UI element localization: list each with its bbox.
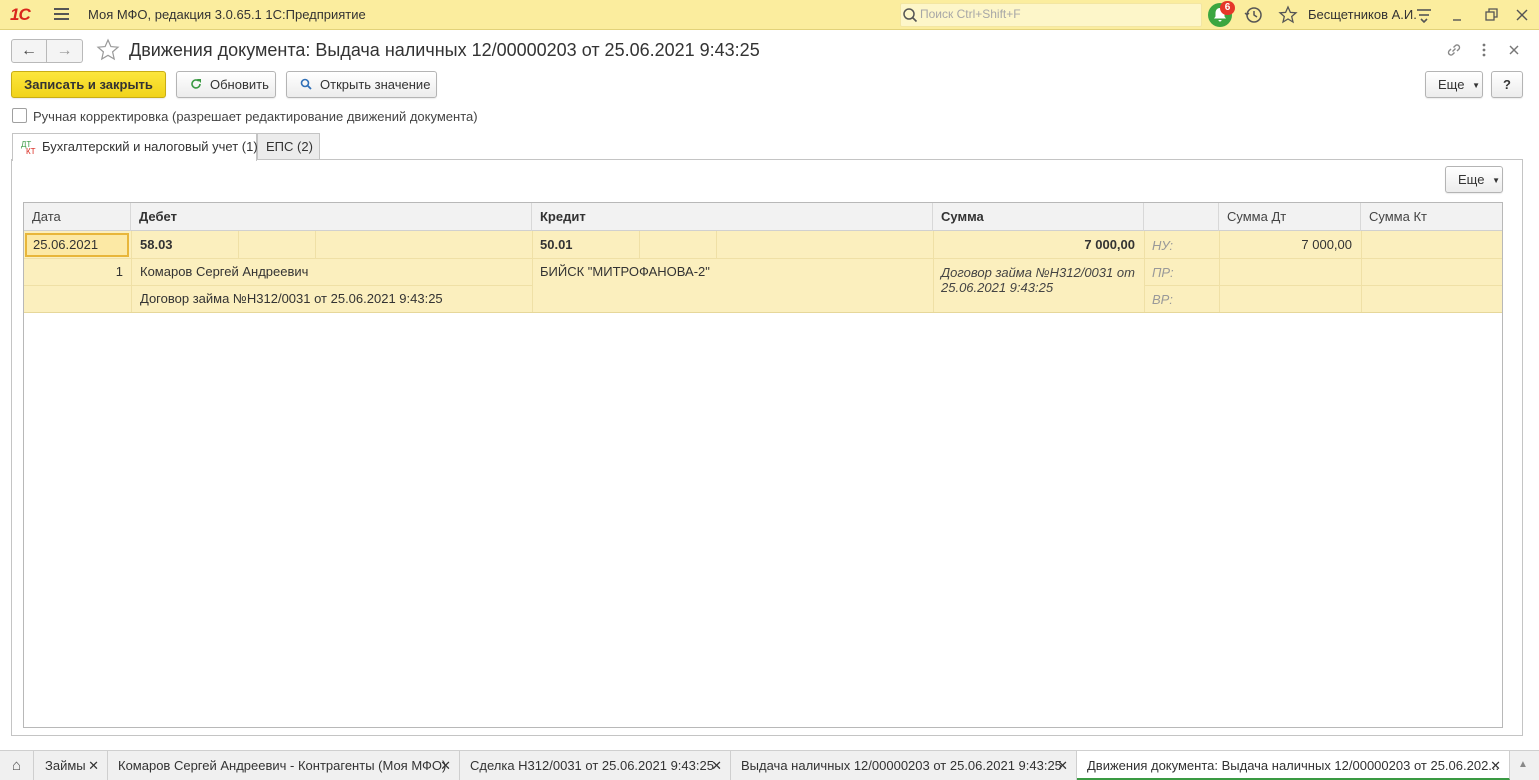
link-icon[interactable] [1445,41,1463,59]
dt-kt-icon: ДТ КТ [21,139,36,156]
tax-label-vr: ВР: [1152,292,1173,307]
close-tab-icon[interactable]: ✕ [711,751,722,780]
taskbar-tab-label: Выдача наличных 12/00000203 от 25.06.202… [741,758,1062,773]
column-header-amount[interactable]: Сумма [933,203,1144,231]
settings-menu-icon[interactable] [1414,5,1434,25]
taskbar-tab-label: Комаров Сергей Андреевич - Контрагенты (… [118,758,447,773]
cell-debit-subconto-2[interactable]: Договор займа №Н312/0031 от 25.06.2021 9… [140,291,443,306]
manual-correction-label[interactable]: Ручная корректировка (разрешает редактир… [33,109,478,124]
tab-accounting-tax[interactable]: ДТ КТ Бухгалтерский и налоговый учет (1) [12,133,258,161]
taskbar-tab-label: Сделка Н312/0031 от 25.06.2021 9:43:25 [470,758,714,773]
1c-logo[interactable]: 1С [10,6,44,24]
column-header-debit[interactable]: Дебет [131,203,532,231]
current-user-name[interactable]: Бесщетников А.И. [1308,7,1417,22]
restore-window-icon[interactable] [1481,5,1501,25]
open-value-label: Открыть значение [320,77,431,92]
table-more-menu-button[interactable]: Еще ▼ [1445,166,1503,193]
close-tab-icon[interactable]: ✕ [88,751,99,780]
more-menu-button[interactable]: Еще ▼ [1425,71,1483,98]
close-tab-icon[interactable]: ✕ [440,751,451,780]
tab-eps[interactable]: ЕПС (2) [257,133,320,160]
back-button[interactable]: ← [11,39,47,63]
taskbar-tab-deal[interactable]: Сделка Н312/0031 от 25.06.2021 9:43:25 ✕ [460,751,731,780]
favorites-star-icon[interactable] [1278,5,1298,25]
main-menu-icon[interactable] [54,8,69,21]
cell-credit-account[interactable]: 50.01 [540,237,573,252]
taskbar-tab-loans[interactable]: Займы ✕ [35,751,108,780]
refresh-label: Обновить [210,77,269,92]
taskbar-tab-document-movements[interactable]: Движения документа: Выдача наличных 12/0… [1077,751,1510,780]
table-more-label: Еще [1458,172,1485,187]
minimize-icon[interactable] [1447,5,1467,25]
scroll-tabs-right-icon[interactable]: ▲ [1518,758,1532,772]
taskbar-tab-cash-issue[interactable]: Выдача наличных 12/00000203 от 25.06.202… [731,751,1077,780]
column-header-amount-kt[interactable]: Сумма Кт [1361,203,1502,231]
dropdown-arrow-icon: ▼ [1472,81,1480,90]
home-icon[interactable]: ⌂ [0,751,34,780]
refresh-icon [189,72,203,97]
tax-label-pr: ПР: [1152,265,1174,280]
manual-correction-checkbox[interactable] [12,108,27,123]
taskbar-tab-label: Движения документа: Выдача наличных 12/0… [1087,758,1500,773]
cell-content-line-1[interactable]: Договор займа №Н312/0031 от [941,265,1135,280]
column-header-amount-dt[interactable]: Сумма Дт [1219,203,1361,231]
open-value-button[interactable]: Открыть значение [286,71,437,98]
add-to-favorites-star-icon[interactable] [96,38,120,62]
dropdown-arrow-icon: ▼ [1492,176,1500,185]
search-icon[interactable] [902,7,918,23]
cell-content-line-2[interactable]: 25.06.2021 9:43:25 [941,280,1053,295]
column-header-tax-type[interactable] [1144,203,1219,231]
history-icon[interactable] [1244,5,1264,25]
close-window-icon[interactable] [1512,5,1532,25]
forward-button[interactable]: → [47,39,83,63]
tab-accounting-label: Бухгалтерский и налоговый учет (1) [42,139,258,154]
global-search-input[interactable] [920,7,1190,21]
cell-debit-subconto-1[interactable]: Комаров Сергей Андреевич [140,264,308,279]
close-tab-icon[interactable]: ✕ [1490,751,1501,778]
more-label: Еще [1438,77,1465,92]
column-header-date[interactable]: Дата [24,203,131,231]
movements-table[interactable]: Дата Дебет Кредит Сумма Сумма Дт Сумма К… [23,202,1503,728]
close-tab-icon[interactable]: ✕ [1057,751,1068,780]
tax-label-nu: НУ: [1152,238,1174,253]
page-title: Движения документа: Выдача наличных 12/0… [129,40,760,60]
taskbar-tab-label: Займы [45,758,86,773]
cell-date[interactable]: 25.06.2021 [25,233,129,257]
save-and-close-button[interactable]: Записать и закрыть [11,71,166,98]
close-form-icon[interactable] [1505,41,1523,59]
column-header-credit[interactable]: Кредит [532,203,933,231]
cell-row-number: 1 [115,264,123,279]
cell-debit-account[interactable]: 58.03 [140,237,173,252]
help-button[interactable]: ? [1491,71,1523,98]
taskbar-tab-counterparty[interactable]: Комаров Сергей Андреевич - Контрагенты (… [108,751,460,780]
cell-amount-dt[interactable]: 7 000,00 [1219,237,1352,252]
app-title: Моя МФО, редакция 3.0.65.1 1С:Предприяти… [88,7,366,22]
cell-amount[interactable]: 7 000,00 [933,237,1135,252]
more-actions-icon[interactable] [1475,41,1493,59]
notifications-count-badge: 6 [1220,1,1235,15]
magnifier-icon [299,72,313,97]
refresh-button[interactable]: Обновить [176,71,276,98]
cell-credit-subconto-1[interactable]: БИЙСК "МИТРОФАНОВА-2" [540,264,710,279]
